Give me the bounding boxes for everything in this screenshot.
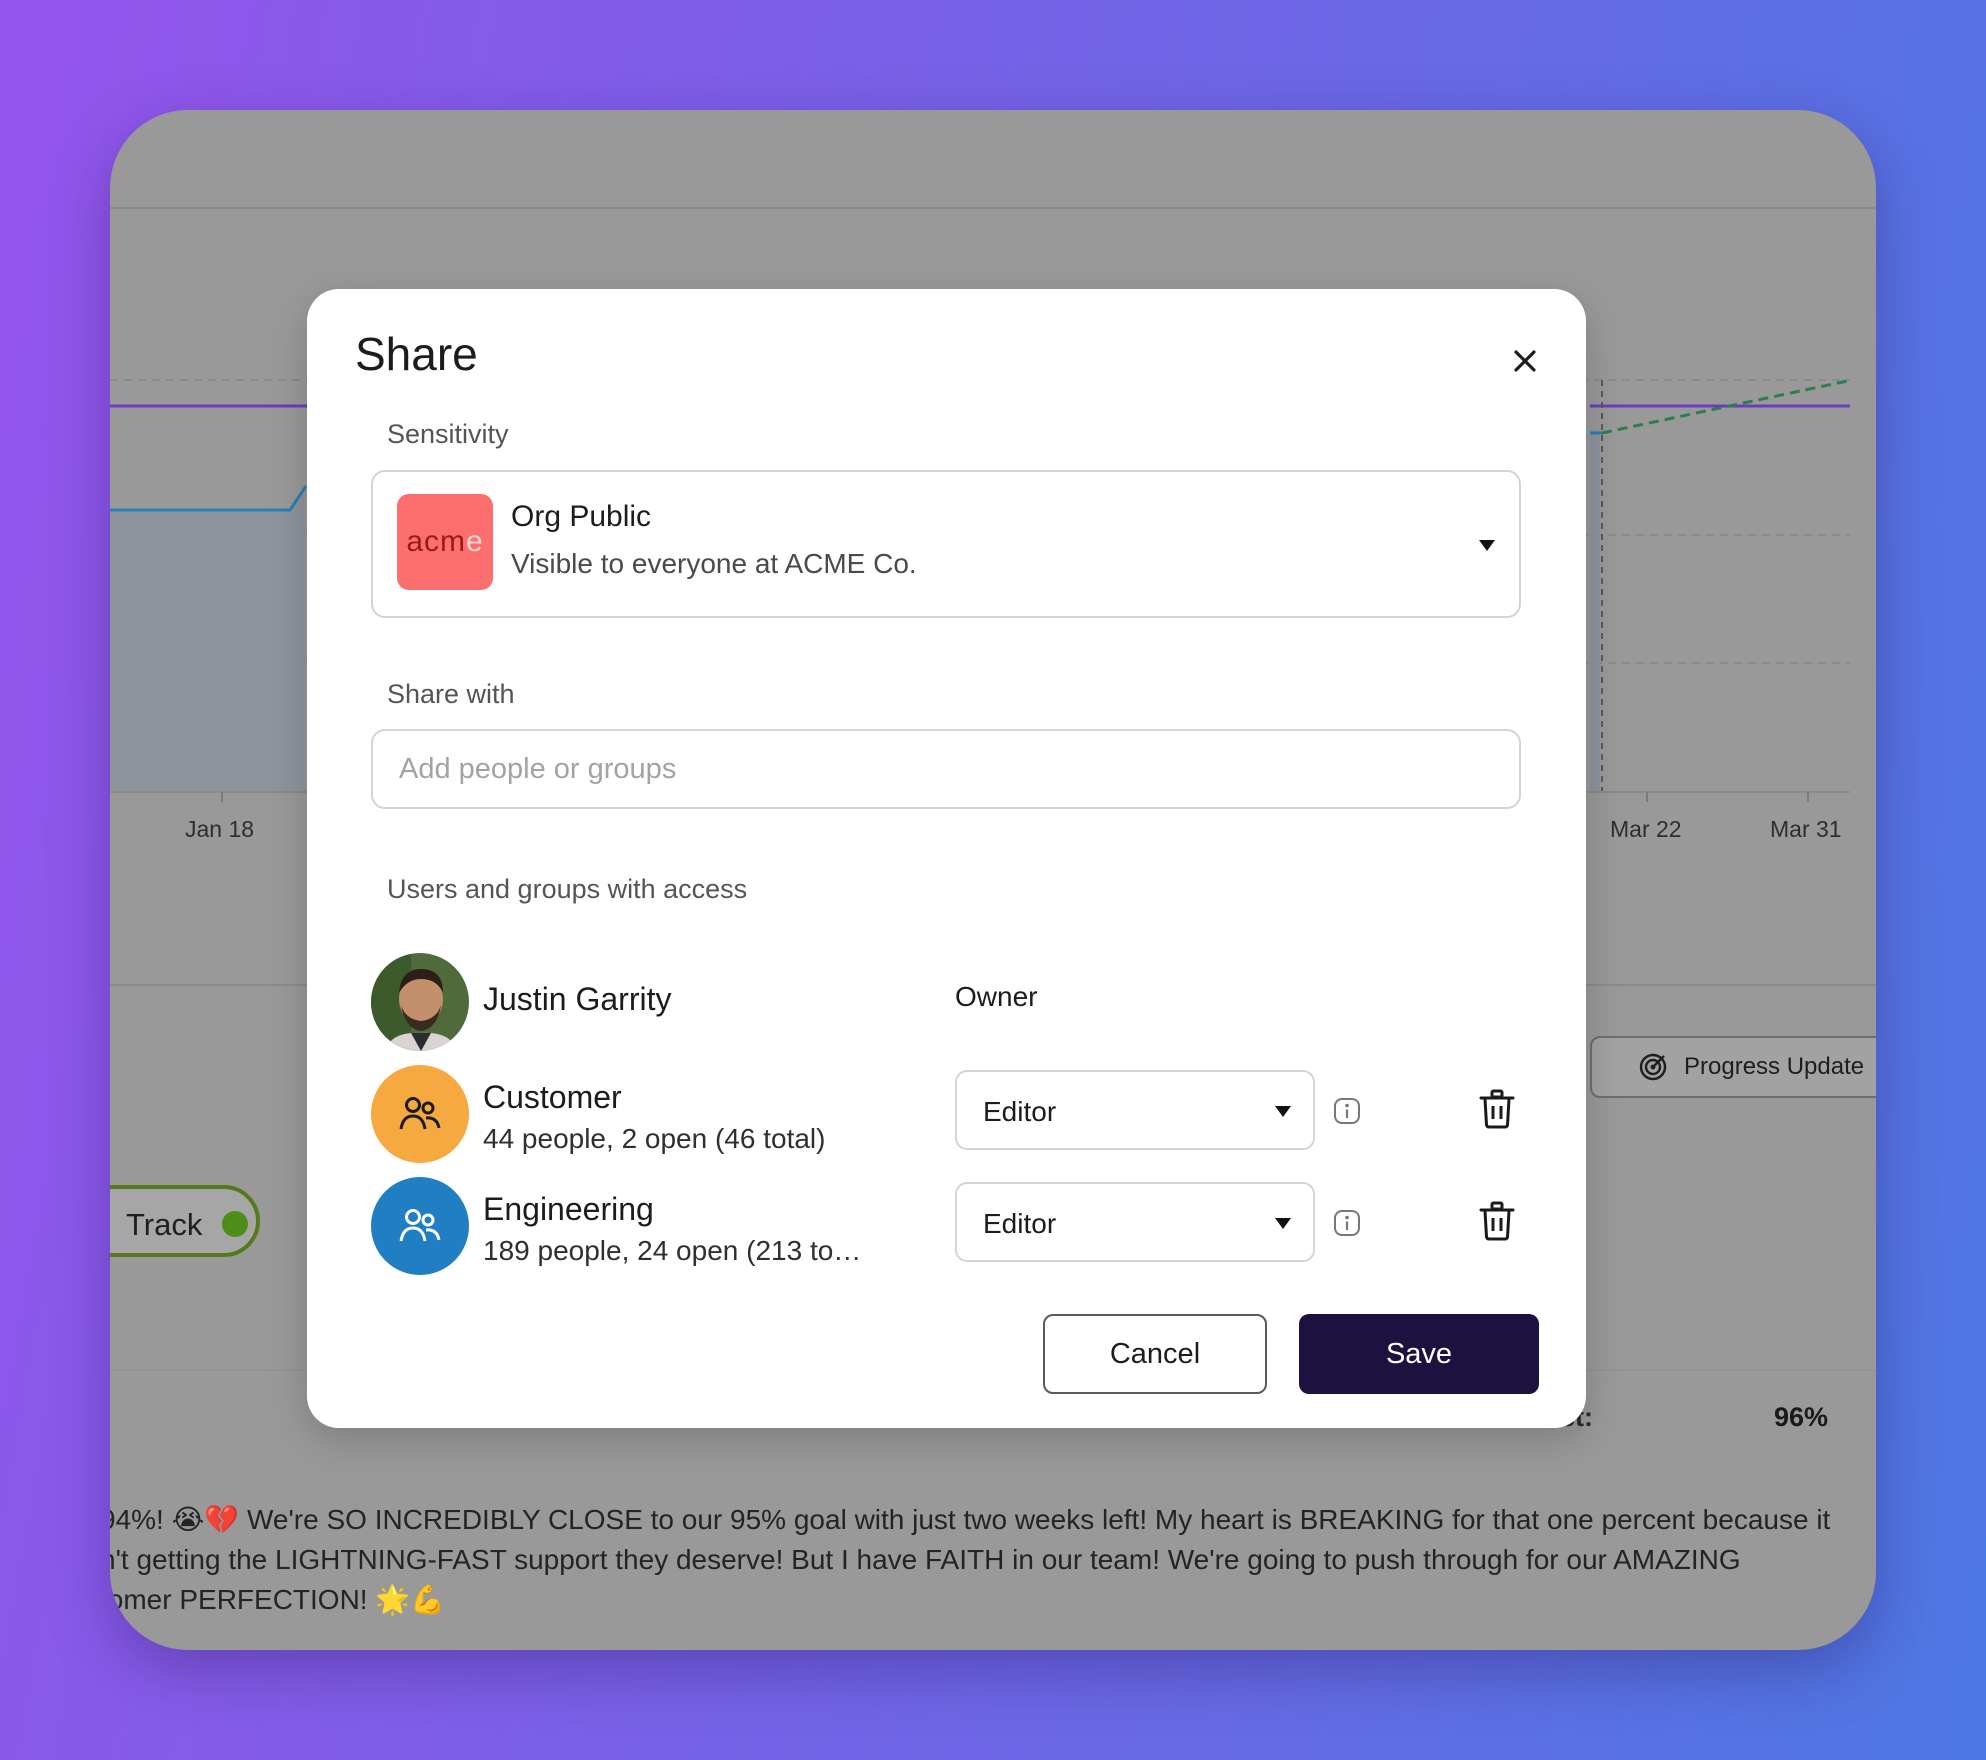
group-icon xyxy=(399,1209,441,1242)
access-row-group: Engineering 189 people, 24 open (213 to…… xyxy=(371,1177,1541,1277)
access-row-members: 189 people, 24 open (213 to… xyxy=(483,1235,862,1266)
acme-logo-text-faded: e xyxy=(466,525,484,558)
access-row-name: Engineering xyxy=(483,1191,654,1227)
forecast-value: 96% xyxy=(1774,1402,1829,1432)
update-text-line: n't getting the LIGHTNING-FAST support t… xyxy=(110,1544,1741,1575)
user-photo-icon xyxy=(371,953,469,1051)
share-dialog: Share Sensitivity acm e Org Public Visibl… xyxy=(307,289,1586,1428)
dialog-title: Share xyxy=(355,328,478,380)
role-select[interactable]: Editor xyxy=(955,1182,1315,1262)
group-avatar xyxy=(371,1177,469,1275)
sensitivity-label: Sensitivity xyxy=(387,419,509,449)
sensitivity-select[interactable]: acm e Org Public Visible to everyone at A… xyxy=(371,470,1521,618)
chevron-down-icon xyxy=(1275,1218,1291,1229)
track-label: Track xyxy=(126,1207,203,1242)
sensitivity-selected-title: Org Public xyxy=(511,500,652,533)
axis-tick-mar31: Mar 31 xyxy=(1770,816,1842,842)
role-select-value: Editor xyxy=(983,1096,1057,1127)
role-select-value: Editor xyxy=(983,1208,1057,1239)
share-with-label: Share with xyxy=(387,679,515,709)
sensitivity-selected-description: Visible to everyone at ACME Co. xyxy=(511,548,917,579)
close-icon[interactable] xyxy=(1503,339,1547,383)
share-with-input[interactable] xyxy=(371,729,1521,809)
info-icon[interactable] xyxy=(1333,1209,1361,1237)
progress-update-button[interactable]: Progress Update xyxy=(1590,1036,1876,1098)
access-row-user: Justin Garrity Owner xyxy=(371,953,1541,1053)
trash-icon[interactable] xyxy=(1479,1089,1515,1129)
save-button[interactable]: Save xyxy=(1299,1314,1539,1394)
avatar xyxy=(371,953,469,1051)
progress-update-label: Progress Update xyxy=(1684,1053,1865,1080)
group-icon xyxy=(399,1097,441,1130)
chevron-down-icon xyxy=(1275,1106,1291,1117)
access-row-members: 44 people, 2 open (46 total) xyxy=(483,1123,826,1154)
info-icon[interactable] xyxy=(1333,1097,1361,1125)
acme-logo: acm e xyxy=(397,494,493,590)
target-icon xyxy=(1639,1053,1667,1081)
chevron-down-icon xyxy=(1479,540,1495,551)
progress-update-text: 94%! 😭💔 We're SO INCREDIBLY CLOSE to our… xyxy=(110,1500,1860,1620)
on-track-dot xyxy=(222,1211,248,1237)
axis-tick-mar22: Mar 22 xyxy=(1610,816,1682,842)
on-track-status: Track xyxy=(110,1185,260,1257)
group-avatar xyxy=(371,1065,469,1163)
trash-icon[interactable] xyxy=(1479,1201,1515,1241)
access-list-label: Users and groups with access xyxy=(387,874,748,904)
axis-tick-jan18: Jan 18 xyxy=(185,816,255,842)
role-owner: Owner xyxy=(955,981,1038,1012)
access-row-group: Customer 44 people, 2 open (46 total) Ed… xyxy=(371,1065,1541,1165)
role-select[interactable]: Editor xyxy=(955,1070,1315,1150)
update-text-line: tomer PERFECTION! 🌟💪 xyxy=(110,1584,446,1615)
acme-logo-text: acm xyxy=(406,525,466,558)
update-text-line: 94%! 😭💔 We're SO INCREDIBLY CLOSE to our… xyxy=(110,1504,1831,1535)
access-row-name: Justin Garrity xyxy=(483,981,672,1017)
access-row-name: Customer xyxy=(483,1079,622,1115)
cancel-button[interactable]: Cancel xyxy=(1043,1314,1267,1394)
